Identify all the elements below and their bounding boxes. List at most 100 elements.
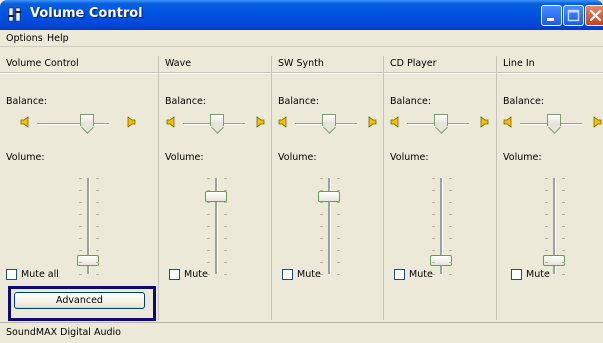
channel-name: Volume Control [6, 58, 79, 69]
channel-wave: Wave Balance: Volume: Mute [159, 56, 272, 320]
balance-slider-thumb[interactable] [322, 114, 336, 126]
channel-name: SW Synth [278, 58, 324, 69]
left-speaker-icon [390, 116, 399, 128]
volume-control-window: Volume Control Options Help Volume Contr… [0, 0, 603, 343]
channel-volume-control: Volume Control Balance: Volume: Mute all… [0, 56, 159, 321]
minimize-button[interactable] [541, 5, 562, 26]
mute-all-label: Mute all [21, 269, 59, 280]
volume-slider-thumb[interactable] [430, 254, 452, 266]
volume-tick [207, 250, 210, 251]
balance-label: Balance: [390, 96, 432, 107]
volume-tick [337, 226, 340, 227]
window-title: Volume Control [30, 6, 143, 21]
close-button[interactable] [585, 5, 603, 26]
mute-checkbox[interactable] [394, 269, 405, 280]
volume-tick [337, 274, 340, 275]
left-speaker-icon [503, 116, 512, 128]
balance-track [37, 123, 109, 125]
volume-tick [320, 238, 323, 239]
channel-sw-synth: SW Synth Balance: Volume: Mute [272, 56, 384, 320]
mute-label: Mute [409, 269, 433, 280]
volume-tick [320, 202, 323, 203]
channel-divider [0, 72, 158, 74]
volume-tick [79, 262, 82, 263]
volume-tick [449, 238, 452, 239]
volume-tick [207, 214, 210, 215]
left-speaker-icon [278, 116, 287, 128]
volume-tick [545, 250, 548, 251]
volume-tick [96, 226, 99, 227]
volume-tick [224, 214, 227, 215]
balance-label: Balance: [6, 96, 48, 107]
volume-label: Volume: [165, 152, 204, 163]
volume-tick [432, 238, 435, 239]
volume-tick [96, 238, 99, 239]
volume-tick [337, 250, 340, 251]
volume-tick [207, 202, 210, 203]
volume-tick [432, 178, 435, 179]
volume-tick [224, 274, 227, 275]
volume-tick [562, 262, 565, 263]
volume-tick [545, 262, 548, 263]
balance-slider-thumb[interactable] [210, 114, 224, 126]
volume-slider-thumb[interactable] [77, 254, 99, 266]
advanced-button[interactable]: Advanced [14, 292, 145, 309]
channel-name: Wave [165, 58, 192, 69]
left-speaker-icon [20, 116, 29, 128]
volume-tick [79, 226, 82, 227]
volume-tick [320, 190, 323, 191]
maximize-button[interactable] [563, 5, 584, 26]
volume-tick [432, 250, 435, 251]
mute-label: Mute [184, 269, 208, 280]
volume-tick [79, 250, 82, 251]
volume-slider-thumb[interactable] [318, 190, 340, 202]
volume-tick [207, 274, 210, 275]
title-bar[interactable]: Volume Control [0, 0, 603, 30]
mute-checkbox[interactable] [282, 269, 293, 280]
volume-tick [432, 226, 435, 227]
volume-tick [320, 274, 323, 275]
balance-slider-thumb[interactable] [80, 114, 94, 126]
volume-tick [207, 238, 210, 239]
volume-slider-thumb[interactable] [543, 254, 565, 266]
menu-help[interactable]: Help [47, 33, 69, 44]
mute-checkbox[interactable] [169, 269, 180, 280]
volume-tick [562, 214, 565, 215]
volume-tick [545, 238, 548, 239]
volume-tick [562, 178, 565, 179]
volume-tick [562, 190, 565, 191]
minimize-icon [547, 18, 554, 21]
balance-label: Balance: [503, 96, 545, 107]
mute-label: Mute [297, 269, 321, 280]
volume-slider-thumb[interactable] [205, 190, 227, 202]
mute-checkbox[interactable] [511, 269, 522, 280]
mute-all-checkbox[interactable] [6, 269, 17, 280]
volume-app-icon [8, 7, 21, 22]
balance-label: Balance: [278, 96, 320, 107]
volume-label: Volume: [278, 152, 317, 163]
volume-tick [562, 238, 565, 239]
menu-options[interactable]: Options [6, 33, 43, 44]
volume-tick [545, 178, 548, 179]
status-text: SoundMAX Digital Audio [6, 327, 121, 338]
volume-tick [207, 226, 210, 227]
balance-slider-thumb[interactable] [547, 114, 561, 126]
volume-tick [224, 178, 227, 179]
channel-divider [497, 72, 603, 74]
close-icon [589, 9, 602, 22]
volume-tick [207, 178, 210, 179]
volume-tick [96, 214, 99, 215]
volume-tick [320, 178, 323, 179]
volume-tick [320, 226, 323, 227]
volume-tick [449, 250, 452, 251]
volume-tick [432, 274, 435, 275]
volume-tick [337, 190, 340, 191]
balance-slider-thumb[interactable] [434, 114, 448, 126]
channel-name: CD Player [390, 58, 437, 69]
volume-tick [224, 238, 227, 239]
volume-tick [562, 274, 565, 275]
volume-tick [545, 226, 548, 227]
volume-tick [449, 226, 452, 227]
right-speaker-icon [256, 116, 265, 128]
volume-tick [449, 274, 452, 275]
